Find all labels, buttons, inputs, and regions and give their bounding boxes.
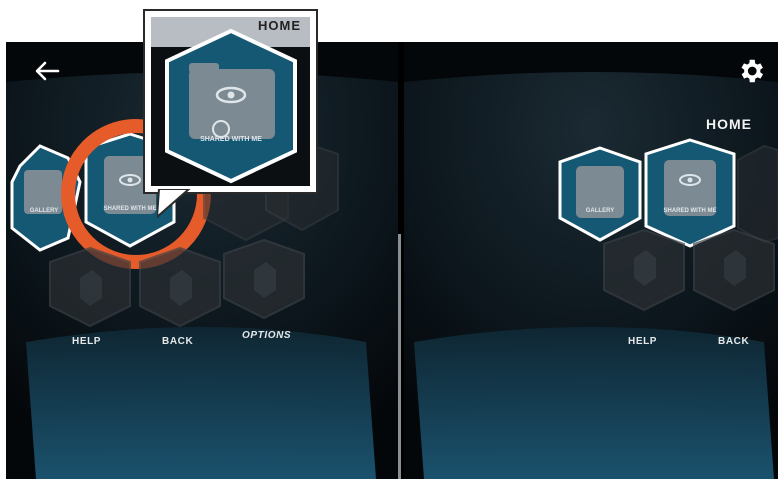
menu-back-label[interactable]: BACK bbox=[162, 336, 193, 347]
zoom-callout: SHARED WITH ME bbox=[143, 9, 318, 219]
back-tile[interactable] bbox=[693, 228, 775, 312]
menu-back-label[interactable]: BACK bbox=[718, 336, 749, 347]
tile-label-shared: SHARED WITH ME bbox=[104, 206, 157, 212]
zoom-callout-view: SHARED WITH ME bbox=[151, 17, 310, 186]
options-tile[interactable] bbox=[223, 238, 305, 320]
back-tile[interactable] bbox=[139, 246, 221, 328]
menu-help-label[interactable]: HELP bbox=[628, 336, 657, 347]
vr-viewer: GALLERY SHARED WITH ME HELP BACK OPTIONS… bbox=[6, 42, 778, 479]
callout-tile-label: SHARED WITH ME bbox=[200, 136, 262, 143]
help-tile[interactable] bbox=[49, 246, 131, 328]
menu-help-label[interactable]: HELP bbox=[72, 336, 101, 347]
tile-label-gallery: GALLERY bbox=[30, 208, 58, 214]
menu-options-label[interactable]: OPTIONS bbox=[242, 330, 291, 341]
tile-gallery[interactable]: GALLERY bbox=[558, 146, 642, 242]
help-tile[interactable] bbox=[603, 228, 685, 312]
home-title-top: HOME bbox=[258, 18, 301, 33]
tile-label-shared: SHARED WITH ME bbox=[664, 208, 717, 214]
tile-label-gallery: GALLERY bbox=[586, 208, 614, 214]
folder-icon bbox=[189, 69, 275, 139]
callout-pointer bbox=[157, 189, 191, 219]
right-eye-view: HOME GALLERY SHARED WITH ME HELP BACK bbox=[404, 42, 778, 479]
eye-divider bbox=[398, 234, 401, 479]
callout-tile: SHARED WITH ME bbox=[165, 28, 297, 184]
dim-tile-1[interactable] bbox=[737, 144, 778, 244]
tile-shared-with-me[interactable]: SHARED WITH ME bbox=[644, 138, 736, 248]
right-tile-grid: GALLERY SHARED WITH ME bbox=[558, 138, 778, 312]
